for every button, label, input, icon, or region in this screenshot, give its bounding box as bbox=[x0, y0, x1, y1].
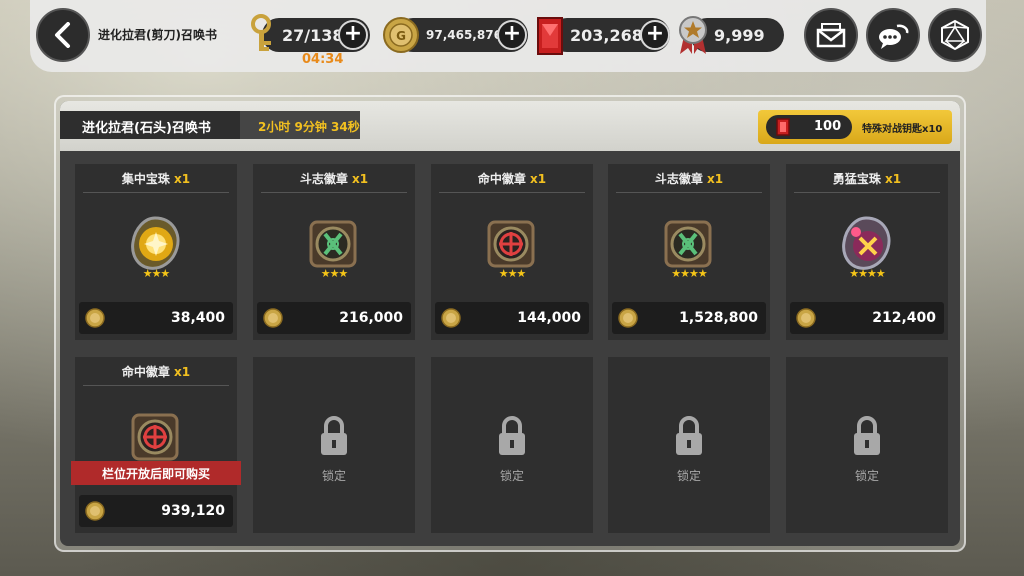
item-qty: x1 bbox=[174, 172, 191, 186]
keys-timer: 04:34 bbox=[302, 52, 344, 67]
card-divider bbox=[616, 192, 762, 193]
panel-header: 进化拉君(石头)召唤书 2小时 9分钟 34秒 100 特殊对战钥匙x10 bbox=[60, 101, 960, 151]
locked-slot[interactable]: 锁定 bbox=[431, 357, 593, 533]
emblem-red-icon bbox=[487, 220, 535, 268]
shop-item-card[interactable]: 命中徽章 x1 ★★★ 144,000 bbox=[431, 164, 593, 340]
locked-slot[interactable]: 锁定 bbox=[786, 357, 948, 533]
slot-locked-banner: 栏位开放后即可购买 bbox=[71, 461, 241, 485]
card-divider bbox=[261, 192, 407, 193]
orb-pink-icon bbox=[842, 216, 891, 270]
card-divider bbox=[83, 192, 229, 193]
lock-icon bbox=[499, 416, 525, 455]
keys-value: 27/138 bbox=[282, 25, 344, 45]
add-gold-button[interactable]: + bbox=[497, 20, 527, 50]
card-divider bbox=[83, 385, 229, 386]
price-tag: 38,400 bbox=[79, 302, 233, 334]
d20-dice-icon bbox=[941, 19, 969, 51]
gold-value: 97,465,876 bbox=[426, 28, 502, 42]
emblem-green-icon bbox=[309, 220, 357, 268]
locked-label: 锁定 bbox=[854, 469, 879, 483]
key-count-pill: 100 bbox=[766, 115, 852, 139]
mail-button[interactable] bbox=[804, 8, 858, 62]
item-name: 集中宝珠 bbox=[121, 172, 170, 186]
item-name: 斗志徽章 bbox=[299, 172, 348, 186]
medal-value: 9,999 bbox=[714, 25, 765, 45]
gold-coin-icon bbox=[85, 308, 105, 328]
shop-item-card-locked[interactable]: 命中徽章 x1 栏位开放后即可购买 939,120 bbox=[71, 357, 241, 533]
item-qty: x1 bbox=[352, 172, 369, 186]
gold-coin-icon bbox=[796, 308, 816, 328]
key-badge-label: 特殊对战钥匙x10 bbox=[862, 124, 943, 135]
back-button[interactable] bbox=[36, 8, 90, 62]
svg-text:G: G bbox=[396, 29, 406, 43]
chevron-left-icon bbox=[55, 22, 70, 48]
item-stars: ★★★ bbox=[142, 267, 171, 280]
card-divider bbox=[794, 192, 940, 193]
item-name: 命中徽章 bbox=[121, 365, 170, 379]
item-price: 212,400 bbox=[872, 310, 936, 326]
price-tag: 212,400 bbox=[790, 302, 944, 334]
shop-item-card[interactable]: 集中宝珠 x1 ★★★ 38,400 bbox=[75, 164, 237, 340]
item-stars: ★★★★ bbox=[849, 267, 885, 280]
gold-coin-icon: G bbox=[383, 17, 419, 53]
price-tag: 939,120 bbox=[79, 495, 233, 527]
price-tag: 1,528,800 bbox=[612, 302, 766, 334]
special-key-icon bbox=[776, 118, 790, 136]
item-name: 斗志徽章 bbox=[654, 172, 703, 186]
card-divider bbox=[439, 192, 585, 193]
item-price: 216,000 bbox=[339, 310, 403, 326]
add-ruby-button[interactable]: + bbox=[640, 20, 670, 50]
item-name: 勇猛宝珠 bbox=[832, 172, 881, 186]
price-tag: 144,000 bbox=[435, 302, 589, 334]
orb-gold-icon bbox=[131, 216, 180, 270]
locked-slot[interactable]: 锁定 bbox=[608, 357, 770, 533]
shop-item-card[interactable]: 斗志徽章 x1 ★★★★ 1,528,800 bbox=[608, 164, 770, 340]
add-keys-button[interactable]: + bbox=[338, 20, 368, 50]
medal-icon bbox=[679, 16, 707, 54]
ruby-icon bbox=[537, 17, 563, 55]
item-price: 144,000 bbox=[517, 310, 581, 326]
key-count: 100 bbox=[814, 119, 842, 134]
gold-coin-icon bbox=[441, 308, 461, 328]
gold-coin-icon bbox=[85, 501, 105, 521]
mail-icon bbox=[816, 23, 846, 48]
key-icon bbox=[251, 14, 271, 51]
special-key-badge[interactable]: 100 特殊对战钥匙x10 bbox=[758, 110, 952, 144]
lock-icon bbox=[854, 416, 880, 455]
item-stars: ★★★ bbox=[320, 267, 349, 280]
locked-slot[interactable]: 锁定 bbox=[253, 357, 415, 533]
item-stars: ★★★★ bbox=[671, 267, 707, 280]
lock-icon bbox=[321, 416, 347, 455]
gold-coin-icon bbox=[618, 308, 638, 328]
locked-label: 锁定 bbox=[676, 469, 701, 483]
item-name: 命中徽章 bbox=[477, 172, 526, 186]
item-qty: x1 bbox=[530, 172, 547, 186]
item-qty: x1 bbox=[174, 365, 191, 379]
item-price: 939,120 bbox=[161, 503, 225, 519]
price-tag: 216,000 bbox=[257, 302, 411, 334]
item-qty: x1 bbox=[885, 172, 902, 186]
panel-countdown: 2小时 9分钟 34秒 bbox=[240, 111, 360, 139]
emblem-green-icon bbox=[664, 220, 712, 268]
locked-label: 锁定 bbox=[321, 469, 346, 483]
item-price: 1,528,800 bbox=[679, 310, 758, 326]
dice-button[interactable] bbox=[928, 8, 982, 62]
item-price: 38,400 bbox=[170, 310, 225, 326]
item-stars: ★★★ bbox=[498, 267, 527, 280]
page-title: 进化拉君(剪刀)召唤书 bbox=[98, 28, 217, 42]
locked-label: 锁定 bbox=[499, 469, 524, 483]
lock-icon bbox=[676, 416, 702, 455]
emblem-red-icon bbox=[131, 413, 179, 461]
gold-coin-icon bbox=[263, 308, 283, 328]
panel-title: 进化拉君(石头)召唤书 bbox=[60, 111, 240, 139]
ruby-value: 203,268 bbox=[570, 25, 643, 45]
shop-item-card[interactable]: 勇猛宝珠 x1 ★★★★ 212,400 bbox=[786, 164, 948, 340]
shop-item-card[interactable]: 斗志徽章 x1 ★★★ 216,000 bbox=[253, 164, 415, 340]
item-qty: x1 bbox=[707, 172, 724, 186]
chat-icon bbox=[879, 24, 909, 49]
chat-button[interactable] bbox=[866, 8, 920, 62]
